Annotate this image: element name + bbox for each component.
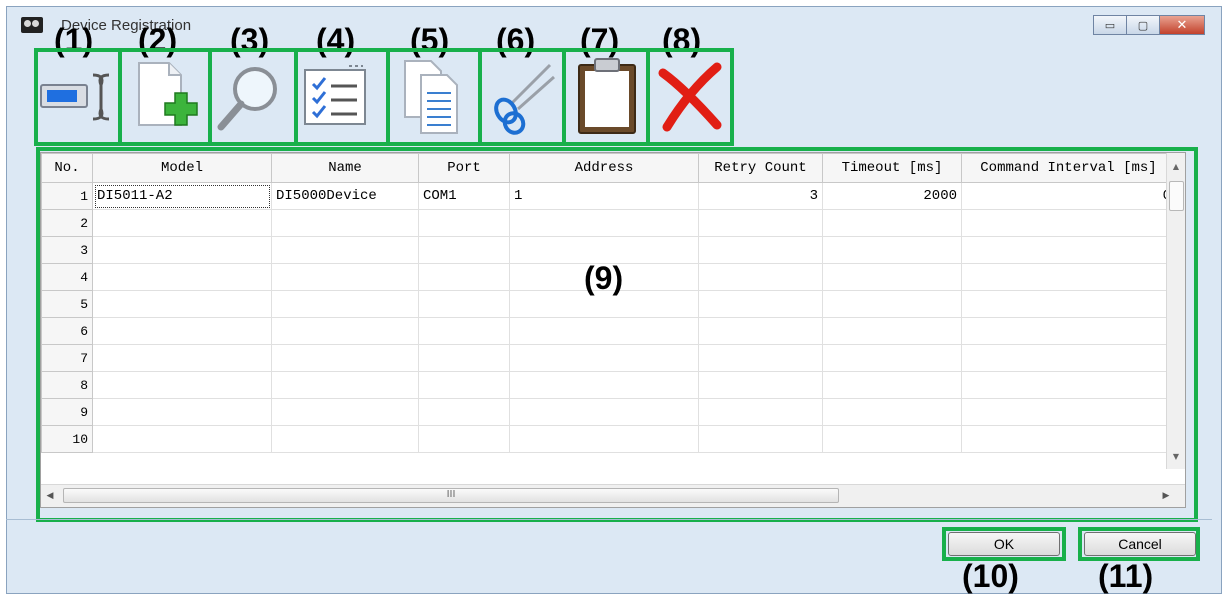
annotation-label-11: (11) bbox=[1098, 558, 1154, 594]
annotation-box-1 bbox=[34, 48, 122, 146]
annotation-label-10: (10) bbox=[962, 558, 1019, 594]
footer-divider bbox=[6, 519, 1212, 520]
annotation-box-11 bbox=[1078, 527, 1200, 561]
annotation-box-9 bbox=[36, 147, 1198, 522]
close-button[interactable]: ✕ bbox=[1159, 15, 1205, 35]
annotation-box-4 bbox=[294, 48, 390, 146]
maximize-button[interactable]: ▢ bbox=[1126, 15, 1160, 35]
annotation-box-8 bbox=[646, 48, 734, 146]
annotation-box-5 bbox=[386, 48, 482, 146]
annotation-box-2 bbox=[118, 48, 212, 146]
window-controls: ▭ ▢ ✕ bbox=[1093, 15, 1205, 35]
annotation-box-7 bbox=[562, 48, 650, 146]
annotation-box-6 bbox=[478, 48, 566, 146]
app-icon bbox=[21, 17, 43, 33]
annotation-box-10 bbox=[942, 527, 1066, 561]
minimize-button[interactable]: ▭ bbox=[1093, 15, 1127, 35]
annotation-box-3 bbox=[208, 48, 298, 146]
